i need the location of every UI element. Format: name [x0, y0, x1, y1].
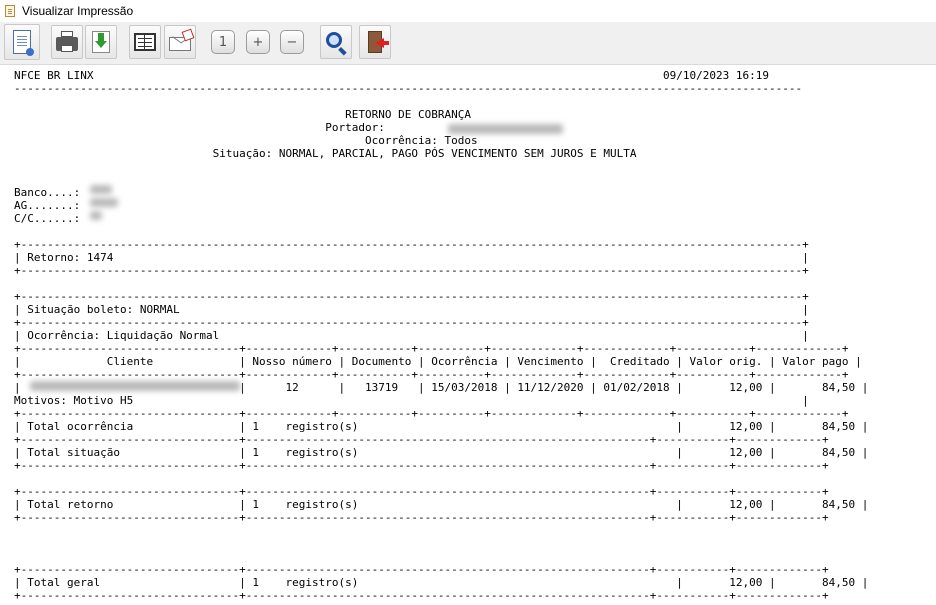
report-line: Portador:	[14, 121, 385, 134]
document-icon	[5, 5, 15, 17]
report-line: AG.......:	[14, 199, 81, 212]
table-icon	[134, 33, 156, 51]
report-line: | Retorno: 1474 |	[14, 251, 809, 264]
report-line: +---------------------------------+-----…	[14, 485, 829, 498]
page-setup-button[interactable]	[4, 24, 40, 60]
redacted-portador	[448, 124, 563, 134]
report-line: Motivos: Motivo H5 |	[14, 394, 809, 407]
one-icon: 1	[211, 30, 235, 54]
report-line: +---------------------------------+-----…	[14, 368, 849, 381]
email-button[interactable]	[164, 25, 196, 59]
save-button[interactable]	[85, 25, 117, 59]
report-line: Ocorrência: Todos	[14, 134, 478, 147]
report-line: +---------------------------------+-----…	[14, 407, 849, 420]
report-line: +---------------------------------+-----…	[14, 511, 829, 524]
report-line: +---------------------------------------…	[14, 290, 809, 303]
redacted-conta	[90, 211, 102, 220]
download-icon	[92, 31, 110, 53]
envelope-icon	[169, 37, 191, 51]
report-line: ----------------------------------------…	[14, 82, 803, 95]
report-line: Banco....:	[14, 186, 81, 199]
report-line: +---------------------------------+-----…	[14, 459, 829, 472]
plus-icon: +	[246, 30, 270, 54]
report-line: | Cliente | Nosso número | Documento | O…	[14, 355, 862, 368]
report-line: | Total retorno | 1 registro(s) | 12,00 …	[14, 498, 869, 511]
report-line: Situação: NORMAL, PARCIAL, PAGO PÓS VENC…	[14, 147, 637, 160]
window-titlebar: Visualizar Impressão	[0, 0, 936, 22]
report-line: +---------------------------------+-----…	[14, 342, 849, 355]
search-button[interactable]	[320, 25, 352, 59]
report-line: NFCE BR LINX 09/10/2023 16:19	[14, 69, 769, 82]
zoom-out-button[interactable]: −	[276, 25, 308, 59]
report-line: RETORNO DE COBRANÇA	[14, 108, 471, 121]
redacted-agencia	[90, 198, 118, 207]
zoom-in-button[interactable]: +	[242, 25, 274, 59]
minus-icon: −	[280, 30, 304, 54]
report-line: +---------------------------------+-----…	[14, 433, 829, 446]
report-line: | Total situação | 1 registro(s) | 12,00…	[14, 446, 869, 459]
report-line: | Total ocorrência | 1 registro(s) | 12,…	[14, 420, 869, 433]
report-line: | Ocorrência: Liquidação Normal |	[14, 329, 809, 342]
report-line: +---------------------------------+-----…	[14, 589, 829, 602]
magnifier-icon	[326, 32, 342, 48]
window-title: Visualizar Impressão	[22, 4, 134, 18]
exit-button[interactable]	[359, 25, 391, 59]
zoom-one-button[interactable]: 1	[207, 25, 239, 59]
redacted-cliente	[30, 381, 240, 391]
exit-door-icon	[368, 31, 389, 53]
toolbar: 1 + −	[0, 22, 936, 65]
redacted-banco	[90, 185, 112, 194]
print-button[interactable]	[51, 25, 83, 59]
export-button[interactable]	[129, 25, 161, 59]
page-icon	[13, 30, 34, 56]
report-line: | Situação boleto: NORMAL |	[14, 303, 809, 316]
report-line: | Total geral | 1 registro(s) | 12,00 | …	[14, 576, 869, 589]
report-line: +---------------------------------------…	[14, 264, 809, 277]
report-text: NFCE BR LINX 09/10/2023 16:19 ----------…	[14, 69, 934, 602]
report-line: C/C......:	[14, 212, 81, 225]
report-preview: NFCE BR LINX 09/10/2023 16:19 ----------…	[14, 69, 934, 605]
report-line: +---------------------------------------…	[14, 238, 809, 251]
report-line: +---------------------------------+-----…	[14, 563, 829, 576]
report-line: +---------------------------------------…	[14, 316, 809, 329]
printer-icon	[56, 31, 78, 52]
